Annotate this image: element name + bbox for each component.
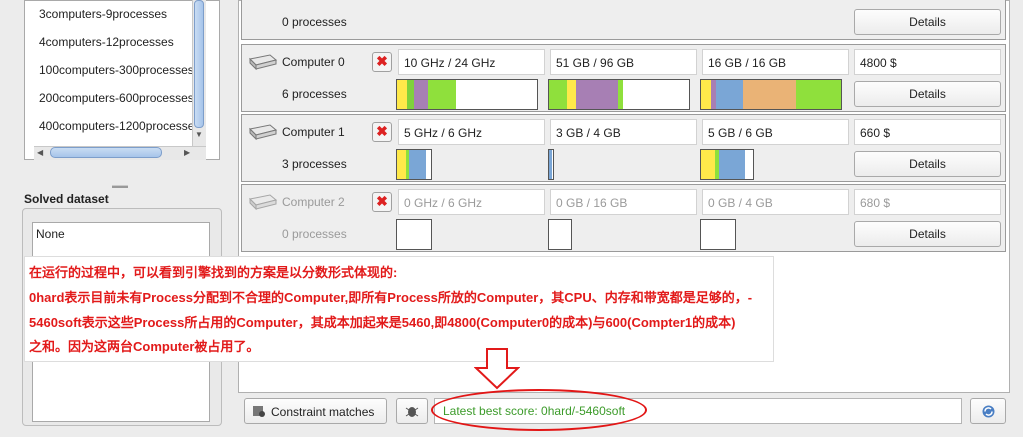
computer-icon	[248, 54, 278, 70]
usage-segment	[575, 80, 618, 109]
computer-row: Computer 1 3 processes ✖ 5 GHz / 6 GHz 3…	[241, 114, 1006, 182]
solved-dataset-title: Solved dataset	[24, 192, 109, 206]
cost-value: 660 $	[854, 119, 1001, 145]
cpu-bar	[396, 219, 432, 250]
list-item[interactable]: 100computers-300processes	[39, 63, 194, 77]
computer-name: Computer 2	[282, 195, 345, 209]
usage-segment	[716, 80, 743, 109]
memory-bar	[548, 79, 690, 110]
computer-icon	[248, 124, 278, 140]
computer-row: Computer 2 0 processes ✖ 0 GHz / 6 GHz 0…	[241, 184, 1006, 252]
cpu-usage: 0 GHz / 6 GHz	[398, 189, 545, 215]
cpu-usage: 10 GHz / 24 GHz	[398, 49, 545, 75]
process-count: 0 processes	[282, 15, 347, 29]
solved-dataset-value: None	[36, 227, 65, 241]
computer-row: Computer 0 6 processes ✖ 10 GHz / 24 GHz…	[241, 44, 1006, 112]
usage-segment	[796, 80, 841, 109]
cpu-bar	[396, 79, 538, 110]
memory-usage: 51 GB / 96 GB	[550, 49, 697, 75]
memory-bar	[548, 219, 572, 250]
memory-bar	[548, 149, 554, 180]
horizontal-scroll-thumb[interactable]	[50, 147, 162, 158]
usage-segment	[617, 80, 624, 109]
usage-segment	[701, 80, 711, 109]
list-item[interactable]: 200computers-600processes	[39, 91, 194, 105]
details-button[interactable]: Details	[854, 151, 1001, 177]
list-item[interactable]: 4computers-12processes	[39, 35, 174, 49]
computer-row: 0 processes Details	[241, 0, 1006, 40]
list-item[interactable]: 3computers-9processes	[39, 7, 167, 21]
window-edge	[1010, 0, 1023, 437]
close-icon: ✖	[376, 123, 388, 139]
computer-name: Computer 0	[282, 55, 345, 69]
usage-segment	[567, 80, 576, 109]
score-highlight-oval	[431, 389, 647, 431]
usage-segment	[701, 150, 716, 179]
bandwidth-bar	[700, 219, 736, 250]
usage-segment	[549, 150, 552, 179]
bandwidth-usage: 5 GB / 6 GB	[702, 119, 849, 145]
usage-segment	[408, 150, 427, 179]
delete-computer-button[interactable]: ✖	[372, 192, 392, 212]
refresh-icon	[982, 405, 995, 418]
process-count: 6 processes	[282, 87, 347, 101]
delete-computer-button[interactable]: ✖	[372, 52, 392, 72]
details-button[interactable]: Details	[854, 9, 1001, 35]
bandwidth-usage: 0 GB / 4 GB	[702, 189, 849, 215]
down-arrow-icon	[474, 348, 520, 390]
memory-usage: 0 GB / 16 GB	[550, 189, 697, 215]
details-button[interactable]: Details	[854, 221, 1001, 247]
usage-segment	[413, 80, 428, 109]
refresh-button[interactable]	[970, 398, 1006, 424]
constraint-matches-label: Constraint matches	[271, 405, 375, 419]
usage-segment	[742, 80, 797, 109]
annotation-line: 之和。因为这两台Computer被占用了。	[29, 339, 260, 354]
scroll-left-arrow-icon[interactable]: ◀	[37, 148, 43, 157]
dataset-list[interactable]: 3computers-9processes 4computers-12proce…	[24, 0, 220, 160]
usage-segment	[406, 80, 414, 109]
scroll-right-arrow-icon[interactable]: ▶	[184, 148, 190, 157]
memory-usage: 3 GB / 4 GB	[550, 119, 697, 145]
bug-button[interactable]	[396, 398, 428, 424]
bug-icon	[405, 407, 419, 417]
scroll-down-arrow-icon[interactable]: ▼	[195, 130, 203, 139]
annotation-line: 在运行的过程中，可以看到引擎找到的方案是以分数形式体现的:	[29, 265, 398, 280]
splitter-handle-icon[interactable]: ▬▬	[112, 181, 128, 190]
computer-icon	[248, 194, 278, 210]
bandwidth-bar	[700, 79, 842, 110]
usage-segment	[427, 80, 456, 109]
annotation-line: 5460soft表示这些Process所占用的Computer，其成本加起来是5…	[29, 315, 736, 330]
close-icon: ✖	[376, 53, 388, 69]
annotation-line: 0hard表示目前未有Process分配到不合理的Computer,即所有Pro…	[29, 290, 753, 305]
usage-segment	[718, 150, 745, 179]
cost-value: 4800 $	[854, 49, 1001, 75]
bandwidth-usage: 16 GB / 16 GB	[702, 49, 849, 75]
close-icon: ✖	[376, 193, 388, 209]
computer-name: Computer 1	[282, 125, 345, 139]
usage-segment	[397, 150, 407, 179]
process-count: 3 processes	[282, 157, 347, 171]
constraint-matches-icon	[253, 406, 265, 417]
cpu-usage: 5 GHz / 6 GHz	[398, 119, 545, 145]
delete-computer-button[interactable]: ✖	[372, 122, 392, 142]
annotation-note: 在运行的过程中，可以看到引擎找到的方案是以分数形式体现的: 0hard表示目前未…	[24, 256, 774, 362]
details-button[interactable]: Details	[854, 81, 1001, 107]
cost-value: 680 $	[854, 189, 1001, 215]
usage-segment	[397, 80, 407, 109]
bandwidth-bar	[700, 149, 754, 180]
usage-segment	[549, 80, 568, 109]
cpu-bar	[396, 149, 432, 180]
list-item[interactable]: 400computers-1200processes	[39, 119, 200, 133]
process-count: 0 processes	[282, 227, 347, 241]
vertical-scroll-thumb[interactable]	[194, 0, 204, 128]
